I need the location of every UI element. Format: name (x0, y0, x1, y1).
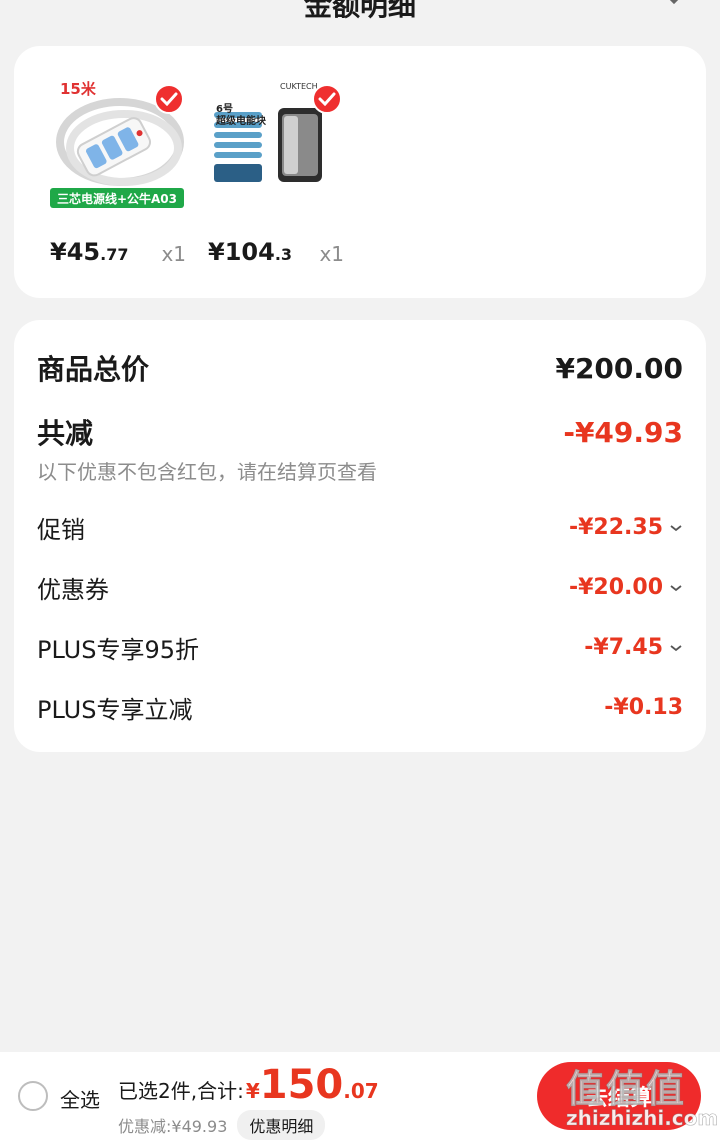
product-image-label: 15米 (60, 80, 96, 98)
reduction-note: 以下优惠不包含红包，请在结算页查看 (37, 460, 377, 484)
discount-label: 促销 (37, 516, 85, 544)
select-all-label[interactable]: 全选 (60, 1084, 100, 1113)
total-price-label: 商品总价 (37, 353, 150, 386)
sheet-header: 金额明细 (0, 0, 720, 40)
total-reduction-row: 共减 -¥49.93 (37, 412, 683, 452)
product-item[interactable]: 15米 三芯电源线+公牛A03 ¥ 45 .77 x1 (50, 70, 200, 266)
product-list-card: 15米 三芯电源线+公牛A03 ¥ 45 .77 x1 CUKTECH 6号 超… (14, 46, 706, 298)
discount-row-plus-95[interactable]: PLUS专享95折 -¥7.45 (37, 630, 683, 665)
price-symbol: ¥ (208, 238, 225, 266)
product-quantity: x1 (319, 242, 344, 266)
selected-total-label: 已选2件,合计: (118, 1079, 244, 1103)
checkout-bar: 全选 已选2件,合计: ¥ 150 .07 优惠减:¥49.93 优惠明细 去结… (0, 1052, 720, 1141)
discount-detail-button[interactable]: 优惠明细 (237, 1110, 326, 1140)
total-reduction-value: -¥49.93 (563, 415, 683, 449)
select-all-radio[interactable] (18, 1081, 48, 1111)
product-price: ¥ 45 .77 x1 (50, 238, 220, 266)
chevron-down-icon[interactable] (669, 643, 683, 653)
close-icon[interactable] (656, 0, 692, 14)
discount-amount: -¥20.00 (568, 575, 663, 600)
product-quantity: x1 (161, 242, 186, 266)
discount-label: PLUS专享立减 (37, 696, 193, 724)
amount-summary-card: 商品总价 ¥200.00 共减 -¥49.93 以下优惠不包含红包，请在结算页查… (14, 320, 706, 752)
total-decimal: .07 (343, 1079, 379, 1103)
discount-row-plus-reduce: PLUS专享立减 -¥0.13 (37, 690, 683, 725)
product-image-title-2: 超级电能块 (216, 116, 266, 127)
chevron-down-icon[interactable] (669, 523, 683, 533)
product-price: ¥ 104 .3 x1 (208, 238, 378, 266)
product-image-banner: 三芯电源线+公牛A03 (56, 192, 178, 206)
selected-total: 已选2件,合计: ¥ 150 .07 (118, 1062, 379, 1108)
product-image-power-strip[interactable]: 15米 三芯电源线+公牛A03 (50, 70, 190, 220)
discount-label: 优惠券 (37, 576, 109, 604)
total-currency: ¥ (245, 1079, 260, 1103)
total-reduction-label: 共减 (37, 417, 94, 450)
discount-value: -¥22.35 (569, 515, 683, 540)
discount-line: 优惠减:¥49.93 优惠明细 (118, 1110, 326, 1140)
product-image-power-bank[interactable]: CUKTECH 6号 超级电能块 (208, 70, 348, 220)
chevron-down-icon[interactable] (669, 583, 683, 593)
discount-row-coupon[interactable]: 优惠券 -¥20.00 (37, 570, 683, 605)
discount-amount: -¥22.35 (568, 515, 663, 540)
total-price-value: ¥200.00 (555, 351, 683, 385)
checked-icon[interactable] (312, 84, 342, 114)
discount-value: -¥0.13 (604, 695, 683, 720)
checkout-button[interactable]: 去结算 (537, 1062, 701, 1130)
discount-value: -¥7.45 (584, 635, 683, 660)
price-integer: 104 (224, 238, 275, 266)
discount-amount: -¥7.45 (584, 635, 663, 660)
discount-row-promotion[interactable]: 促销 -¥22.35 (37, 510, 683, 545)
discount-amount: -¥0.13 (604, 695, 683, 720)
product-image-brand: CUKTECH (280, 82, 318, 91)
discount-label: PLUS专享95折 (37, 636, 199, 664)
discount-text: 优惠减:¥49.93 (118, 1117, 228, 1136)
total-integer: 150 (259, 1062, 344, 1108)
price-decimal: .77 (100, 245, 129, 264)
price-integer: 45 (66, 238, 101, 266)
product-item[interactable]: CUKTECH 6号 超级电能块 ¥ 104 .3 x1 (208, 70, 358, 266)
total-price-row: 商品总价 ¥200.00 (37, 348, 683, 388)
sheet-title: 金额明细 (303, 0, 416, 22)
checked-icon[interactable] (154, 84, 184, 114)
price-decimal: .3 (274, 245, 293, 264)
discount-value: -¥20.00 (569, 575, 683, 600)
price-symbol: ¥ (50, 238, 67, 266)
